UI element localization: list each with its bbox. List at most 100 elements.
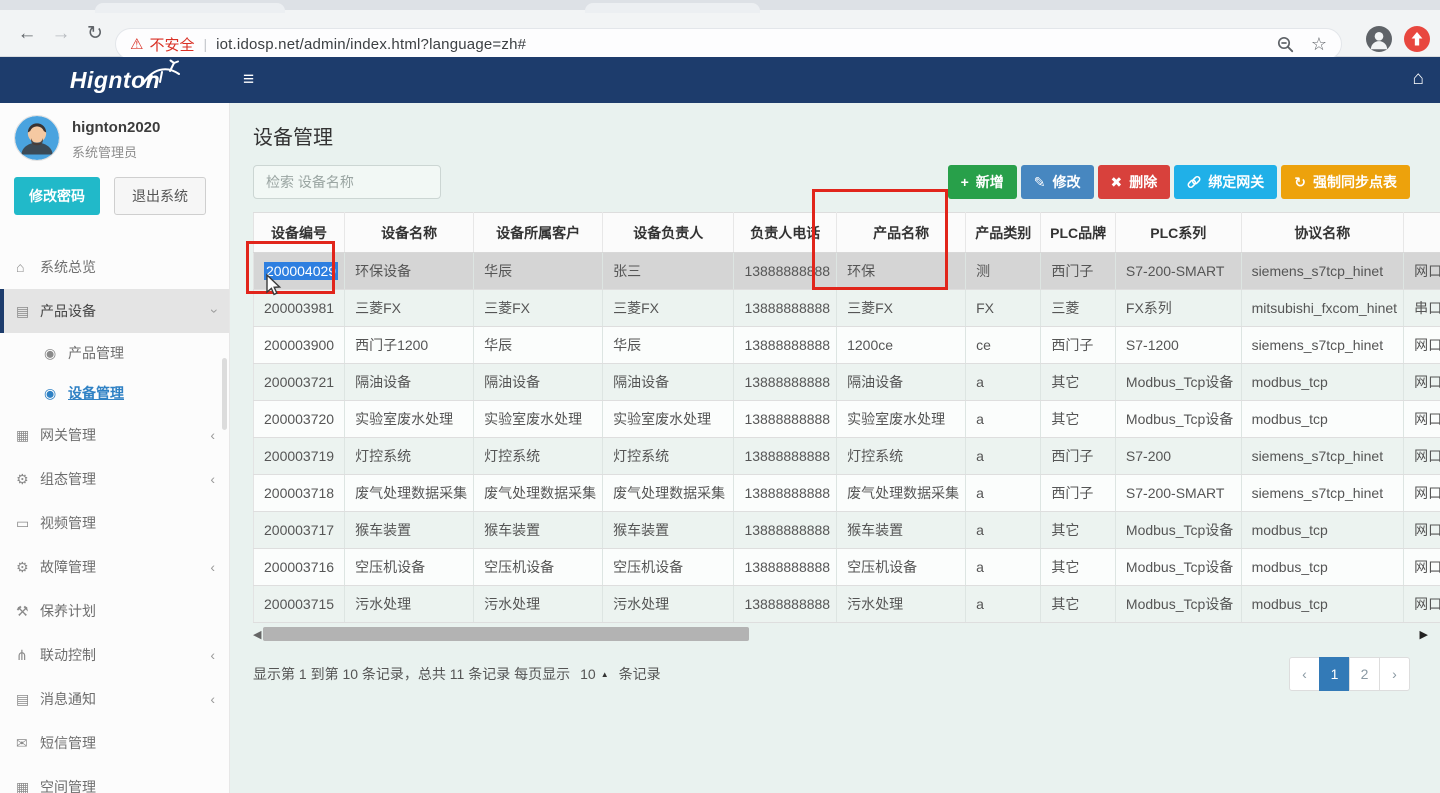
cell-customer: 猴车装置 bbox=[474, 512, 603, 549]
sidebar-item-label: 消息通知 bbox=[40, 689, 96, 709]
column-header-device-id: 设备编号 bbox=[254, 213, 345, 253]
cell-owner-phone: 13888888888 bbox=[734, 290, 837, 327]
table-body: 200004029环保设备华辰张三13888888888环保测西门子S7-200… bbox=[254, 253, 1440, 623]
pagination-prev[interactable]: ‹ bbox=[1289, 657, 1320, 691]
scrollbar-thumb[interactable] bbox=[263, 627, 749, 641]
table-row[interactable]: 200003981三菱FX三菱FX三菱FX13888888888三菱FXFX三菱… bbox=[254, 290, 1440, 327]
chevron-down-icon: ‹ bbox=[205, 309, 221, 314]
table-row[interactable]: 200003716空压机设备空压机设备空压机设备13888888888空压机设备… bbox=[254, 549, 1440, 586]
cell-comm-type: 网口 bbox=[1404, 512, 1440, 549]
browser-profile-icon[interactable] bbox=[1366, 26, 1392, 57]
sidebar-item-sms-management[interactable]: ✉短信管理 bbox=[0, 721, 229, 765]
sidebar-item-product-management[interactable]: ◉产品管理 bbox=[0, 333, 229, 373]
table-row[interactable]: 200003721隔油设备隔油设备隔油设备13888888888隔油设备a其它M… bbox=[254, 364, 1440, 401]
cell-product-category: a bbox=[966, 364, 1041, 401]
bind-gateway-button[interactable]: 绑定网关 bbox=[1174, 165, 1277, 199]
cell-plc-brand: 其它 bbox=[1041, 364, 1116, 401]
delete-button[interactable]: ✖ 删除 bbox=[1098, 165, 1171, 199]
sidebar-item-message-notification[interactable]: ▤消息通知‹ bbox=[0, 677, 229, 721]
scroll-left-icon[interactable]: ◀ bbox=[253, 628, 261, 641]
user-avatar bbox=[14, 115, 60, 161]
sidebar-item-label: 短信管理 bbox=[40, 733, 96, 753]
gears-icon: ⚙ bbox=[16, 471, 40, 488]
cell-plc-brand: 西门子 bbox=[1041, 327, 1116, 364]
pagination-page-1[interactable]: 1 bbox=[1319, 657, 1350, 691]
link-icon bbox=[1187, 175, 1201, 189]
cell-device-name: 三菱FX bbox=[345, 290, 474, 327]
pagination-next[interactable]: › bbox=[1379, 657, 1410, 691]
table-row[interactable]: 200003719灯控系统灯控系统灯控系统13888888888灯控系统a西门子… bbox=[254, 438, 1440, 475]
sidebar-item-linkage-control[interactable]: ⋔联动控制‹ bbox=[0, 633, 229, 677]
table-row[interactable]: 200003900西门子1200华辰华辰138888888881200cece西… bbox=[254, 327, 1440, 364]
cell-device-id: 200003716 bbox=[254, 549, 345, 586]
table-row[interactable]: 200003717猴车装置猴车装置猴车装置13888888888猴车装置a其它M… bbox=[254, 512, 1440, 549]
sidebar-item-system-overview[interactable]: ⌂系统总览 bbox=[0, 245, 229, 289]
browser-extension-icon[interactable] bbox=[1404, 26, 1430, 57]
cell-device-id: 200003721 bbox=[254, 364, 345, 401]
modify-button[interactable]: ✎ 修改 bbox=[1021, 165, 1094, 199]
sidebar-item-device-management[interactable]: ◉设备管理 bbox=[0, 373, 229, 413]
cell-device-name: 空压机设备 bbox=[345, 549, 474, 586]
cell-product-name: 1200ce bbox=[837, 327, 966, 364]
change-password-button[interactable]: 修改密码 bbox=[14, 177, 100, 215]
sidebar-item-product-device[interactable]: ▤产品设备‹ bbox=[0, 289, 229, 333]
cell-device-owner: 实验室废水处理 bbox=[603, 401, 734, 438]
pagination-page-2[interactable]: 2 bbox=[1349, 657, 1380, 691]
cell-comm-type: 网口 bbox=[1404, 253, 1440, 290]
monitor-icon: ▭ bbox=[16, 515, 40, 532]
home-icon: ⌂ bbox=[16, 259, 40, 275]
sidebar-scrollbar[interactable] bbox=[222, 358, 227, 430]
cell-plc-brand: 三菱 bbox=[1041, 290, 1116, 327]
bookmark-star-icon[interactable]: ☆ bbox=[1311, 34, 1327, 55]
address-bar[interactable]: ⚠ 不安全 | iot.idosp.net/admin/index.html?l… bbox=[115, 28, 1342, 60]
browser-reload-icon[interactable]: ↻ bbox=[80, 19, 110, 49]
cell-owner-phone: 13888888888 bbox=[734, 401, 837, 438]
page-size-dropdown[interactable]: 10 ▲ bbox=[580, 666, 609, 682]
home-icon[interactable]: ⌂ bbox=[1413, 68, 1424, 90]
cell-comm-type: 网口 bbox=[1404, 438, 1440, 475]
chevron-left-icon: ‹ bbox=[210, 471, 215, 487]
table-row[interactable]: 200003720实验室废水处理实验室废水处理实验室废水处理1388888888… bbox=[254, 401, 1440, 438]
user-role: 系统管理员 bbox=[72, 142, 160, 161]
sidebar-item-fault-management[interactable]: ⚙故障管理‹ bbox=[0, 545, 229, 589]
sidebar-item-space-management[interactable]: ▦空间管理 bbox=[0, 765, 229, 793]
chevron-left-icon: ‹ bbox=[210, 559, 215, 575]
sidebar-item-video-management[interactable]: ▭视频管理 bbox=[0, 501, 229, 545]
column-header-device-name: 设备名称 bbox=[345, 213, 474, 253]
caret-up-icon: ▲ bbox=[601, 670, 609, 679]
table-row[interactable]: 200003718废气处理数据采集废气处理数据采集废气处理数据采集1388888… bbox=[254, 475, 1440, 512]
sidebar-item-label: 系统总览 bbox=[40, 257, 96, 277]
cell-protocol-name: siemens_s7tcp_hinet bbox=[1241, 253, 1404, 290]
table-row[interactable]: 200003715污水处理污水处理污水处理13888888888污水处理a其它M… bbox=[254, 586, 1440, 623]
add-button[interactable]: + 新增 bbox=[948, 165, 1017, 199]
wrench-icon: ⚒ bbox=[16, 603, 40, 620]
cell-device-owner: 污水处理 bbox=[603, 586, 734, 623]
sidebar-item-label: 空间管理 bbox=[40, 777, 96, 793]
cell-owner-phone: 13888888888 bbox=[734, 438, 837, 475]
cell-plc-series: Modbus_Tcp设备 bbox=[1115, 586, 1241, 623]
scroll-right-icon[interactable]: ▶ bbox=[1420, 628, 1428, 641]
cell-customer: 废气处理数据采集 bbox=[474, 475, 603, 512]
sidebar-item-config-management[interactable]: ⚙组态管理‹ bbox=[0, 457, 229, 501]
book-icon: ▤ bbox=[16, 691, 40, 708]
browser-back-icon[interactable]: ← bbox=[12, 19, 42, 49]
browser-forward-icon[interactable]: → bbox=[46, 19, 76, 49]
page-size-value: 10 bbox=[580, 666, 596, 682]
sidebar-item-label: 网关管理 bbox=[40, 425, 96, 445]
logout-button[interactable]: 退出系统 bbox=[114, 177, 206, 215]
cell-device-id: 200003719 bbox=[254, 438, 345, 475]
table-row[interactable]: 200004029环保设备华辰张三13888888888环保测西门子S7-200… bbox=[254, 253, 1440, 290]
sitemap-icon: ⋔ bbox=[16, 647, 40, 664]
search-input[interactable] bbox=[253, 165, 441, 199]
zoom-out-icon[interactable] bbox=[1276, 35, 1295, 54]
cell-plc-series: Modbus_Tcp设备 bbox=[1115, 364, 1241, 401]
sidebar-item-maintenance-plan[interactable]: ⚒保养计划 bbox=[0, 589, 229, 633]
cell-plc-series: Modbus_Tcp设备 bbox=[1115, 401, 1241, 438]
sidebar-toggle-hamburger-icon[interactable]: ≡ bbox=[243, 69, 254, 91]
cell-owner-phone: 13888888888 bbox=[734, 475, 837, 512]
sidebar-item-gateway-management[interactable]: ▦网关管理‹ bbox=[0, 413, 229, 457]
cell-product-name: 隔油设备 bbox=[837, 364, 966, 401]
column-header-plc-series: PLC系列 bbox=[1115, 213, 1241, 253]
cell-owner-phone: 13888888888 bbox=[734, 586, 837, 623]
force-sync-button[interactable]: ↻ 强制同步点表 bbox=[1281, 165, 1410, 199]
